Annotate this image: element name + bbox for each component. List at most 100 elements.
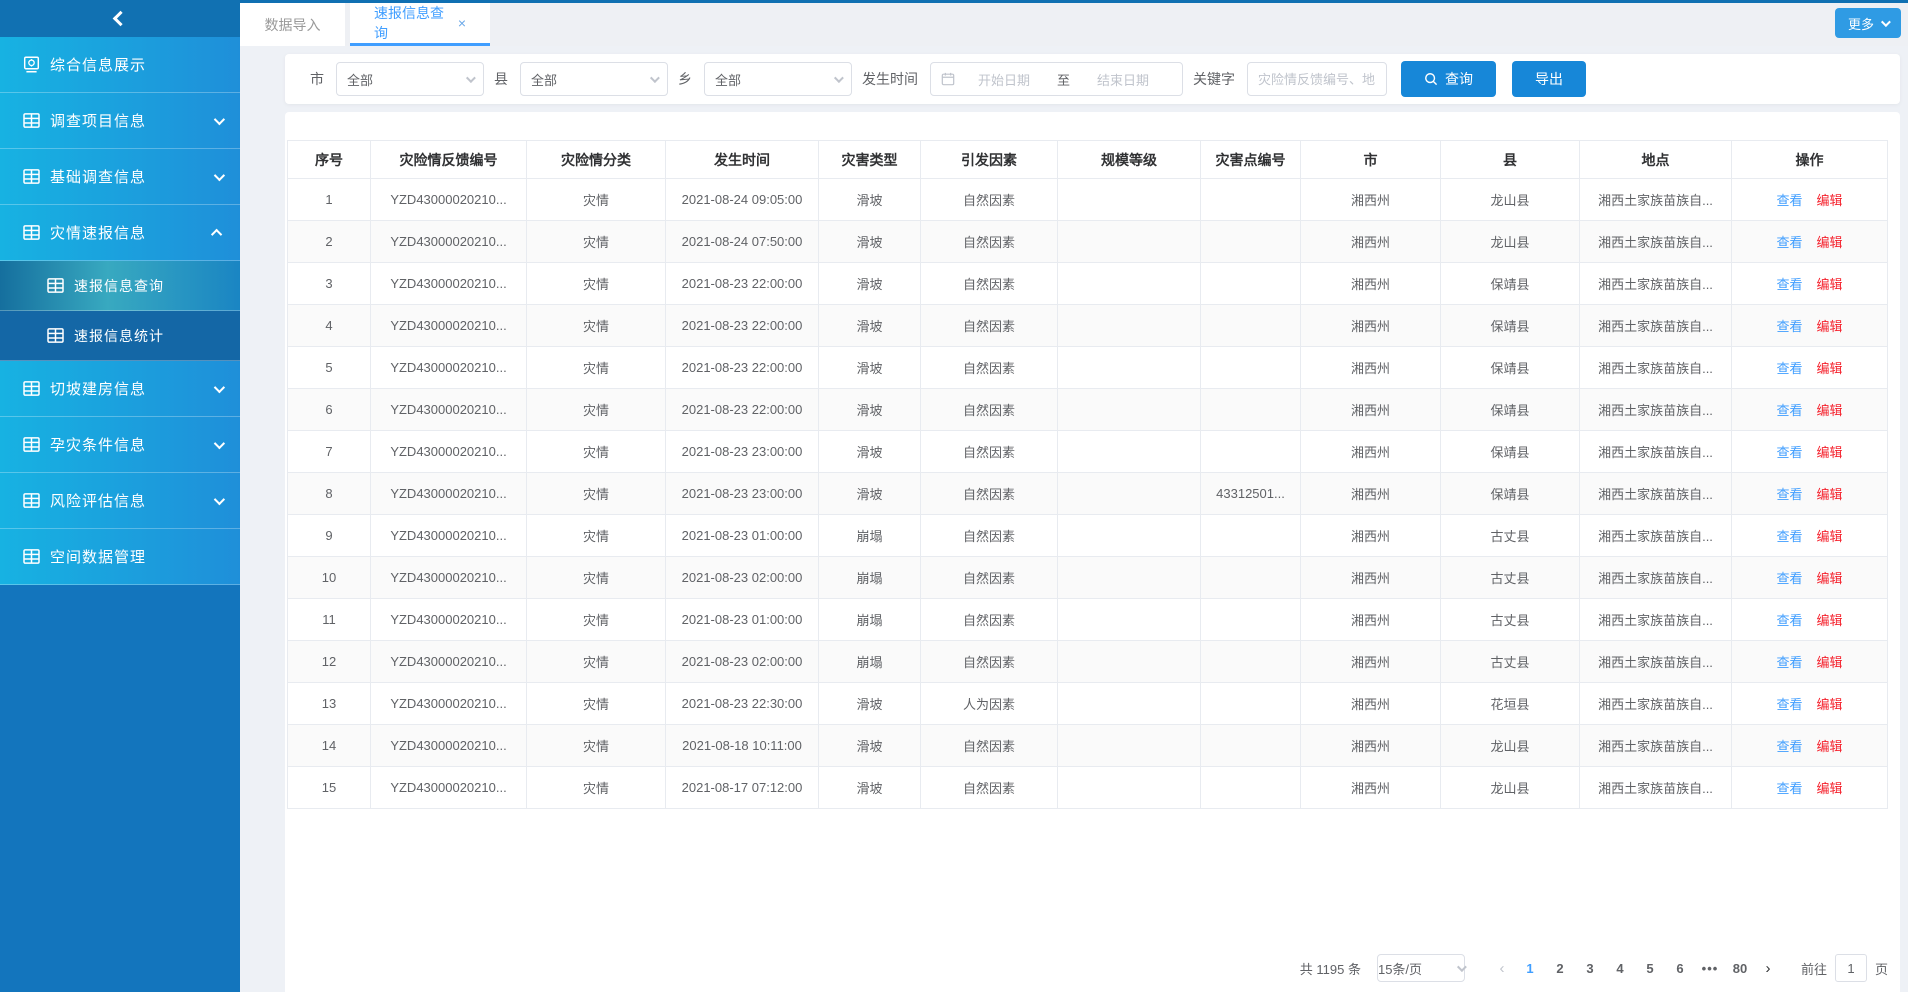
- table-cell: 灾情: [527, 641, 666, 683]
- town-select[interactable]: 全部: [704, 62, 852, 96]
- edit-link[interactable]: 编辑: [1817, 361, 1843, 376]
- export-button[interactable]: 导出: [1512, 61, 1586, 97]
- view-link[interactable]: 查看: [1776, 781, 1802, 796]
- table-cell: 滑坡: [819, 767, 921, 809]
- edit-link[interactable]: 编辑: [1817, 445, 1843, 460]
- edit-link[interactable]: 编辑: [1817, 655, 1843, 670]
- page-number[interactable]: 6: [1665, 961, 1695, 976]
- view-link[interactable]: 查看: [1776, 235, 1802, 250]
- prev-page-button[interactable]: ‹: [1489, 960, 1515, 977]
- table-cell: 崩塌: [819, 641, 921, 683]
- view-link[interactable]: 查看: [1776, 277, 1802, 292]
- table-cell: [1058, 473, 1201, 515]
- pagination: 共 1195 条 15条/页 ‹ 123456•••80 › 前往 页: [287, 952, 1888, 986]
- county-select[interactable]: 全部: [520, 62, 668, 96]
- table-cell: 湘西州: [1301, 725, 1441, 767]
- page-number[interactable]: 4: [1605, 961, 1635, 976]
- search-icon: [1424, 72, 1438, 86]
- view-link[interactable]: 查看: [1776, 361, 1802, 376]
- table-cell: 保靖县: [1441, 305, 1580, 347]
- view-link[interactable]: 查看: [1776, 697, 1802, 712]
- edit-link[interactable]: 编辑: [1817, 529, 1843, 544]
- view-link[interactable]: 查看: [1776, 445, 1802, 460]
- edit-link[interactable]: 编辑: [1817, 739, 1843, 754]
- table-cell: 保靖县: [1441, 473, 1580, 515]
- sidebar-item-basic-survey[interactable]: 基础调查信息: [0, 149, 240, 205]
- pager-ellipsis[interactable]: •••: [1695, 961, 1725, 976]
- table-cell: 43312501...: [1201, 473, 1301, 515]
- goto-page-input[interactable]: [1835, 954, 1867, 982]
- table-cell: [1201, 599, 1301, 641]
- date-range-picker[interactable]: 开始日期 至 结束日期: [930, 62, 1183, 96]
- chevron-down-icon: [214, 113, 225, 124]
- city-select[interactable]: 全部: [336, 62, 484, 96]
- sidebar-item-disaster-report[interactable]: 灾情速报信息: [0, 205, 240, 261]
- tab-report-query[interactable]: 速报信息查询 ×: [350, 3, 490, 46]
- view-link[interactable]: 查看: [1776, 571, 1802, 586]
- end-date-placeholder[interactable]: 结束日期: [1074, 70, 1172, 89]
- view-link[interactable]: 查看: [1776, 613, 1802, 628]
- sidebar-collapse-button[interactable]: [0, 0, 240, 37]
- view-link[interactable]: 查看: [1776, 529, 1802, 544]
- page-number[interactable]: 2: [1545, 961, 1575, 976]
- table-cell: 6: [288, 389, 371, 431]
- chevron-down-icon: [834, 73, 844, 83]
- edit-link[interactable]: 编辑: [1817, 235, 1843, 250]
- sidebar-item-survey-project[interactable]: 调查项目信息: [0, 93, 240, 149]
- view-link[interactable]: 查看: [1776, 403, 1802, 418]
- sidebar-item-hazard-condition[interactable]: 孕灾条件信息: [0, 417, 240, 473]
- page-number[interactable]: 1: [1515, 961, 1545, 976]
- search-button[interactable]: 查询: [1401, 61, 1496, 97]
- table-cell: 自然因素: [921, 473, 1058, 515]
- sidebar-item-report-stats[interactable]: 速报信息统计: [0, 311, 240, 361]
- table-cell-actions: 查看编辑: [1732, 263, 1888, 305]
- sidebar-item-risk-assessment[interactable]: 风险评估信息: [0, 473, 240, 529]
- next-page-button[interactable]: ›: [1755, 960, 1781, 977]
- page-size-select[interactable]: 15条/页: [1377, 954, 1465, 982]
- page-number[interactable]: 80: [1725, 961, 1755, 976]
- close-icon[interactable]: ×: [458, 15, 466, 31]
- edit-link[interactable]: 编辑: [1817, 613, 1843, 628]
- table-cell: 湘西土家族苗族自...: [1580, 683, 1732, 725]
- view-link[interactable]: 查看: [1776, 487, 1802, 502]
- table-cell: 自然因素: [921, 179, 1058, 221]
- view-link[interactable]: 查看: [1776, 739, 1802, 754]
- edit-link[interactable]: 编辑: [1817, 571, 1843, 586]
- start-date-placeholder[interactable]: 开始日期: [955, 70, 1053, 89]
- sidebar-item-report-query[interactable]: 速报信息查询: [0, 261, 240, 311]
- page-number[interactable]: 5: [1635, 961, 1665, 976]
- more-button[interactable]: 更多: [1835, 8, 1901, 38]
- table-cell: 湘西土家族苗族自...: [1580, 389, 1732, 431]
- table-cell: [1058, 389, 1201, 431]
- chevron-down-icon: [650, 73, 660, 83]
- calendar-icon: [941, 72, 955, 86]
- view-link[interactable]: 查看: [1776, 193, 1802, 208]
- table-cell: YZD43000020210...: [371, 557, 527, 599]
- edit-link[interactable]: 编辑: [1817, 403, 1843, 418]
- view-link[interactable]: 查看: [1776, 319, 1802, 334]
- table-cell: [1201, 725, 1301, 767]
- table-cell: 2021-08-23 23:00:00: [666, 431, 819, 473]
- page-unit-label: 页: [1875, 959, 1888, 978]
- table-cell: 湘西州: [1301, 389, 1441, 431]
- table-cell: 湘西土家族苗族自...: [1580, 725, 1732, 767]
- city-label: 市: [310, 69, 324, 89]
- table-cell: [1058, 263, 1201, 305]
- sidebar-item-slope-housing[interactable]: 切坡建房信息: [0, 361, 240, 417]
- tab-data-import[interactable]: 数据导入: [240, 3, 345, 46]
- page-number[interactable]: 3: [1575, 961, 1605, 976]
- edit-link[interactable]: 编辑: [1817, 697, 1843, 712]
- edit-link[interactable]: 编辑: [1817, 319, 1843, 334]
- view-link[interactable]: 查看: [1776, 655, 1802, 670]
- sidebar-item-overview[interactable]: 综合信息展示: [0, 37, 240, 93]
- keyword-input[interactable]: [1247, 62, 1387, 96]
- edit-link[interactable]: 编辑: [1817, 193, 1843, 208]
- sidebar-item-spatial-data[interactable]: 空间数据管理: [0, 529, 240, 585]
- table-cell: 滑坡: [819, 473, 921, 515]
- edit-link[interactable]: 编辑: [1817, 277, 1843, 292]
- edit-link[interactable]: 编辑: [1817, 781, 1843, 796]
- table-cell: 湘西州: [1301, 221, 1441, 263]
- goto-page: 前往 页: [1801, 954, 1888, 982]
- edit-link[interactable]: 编辑: [1817, 487, 1843, 502]
- table-cell: 湘西州: [1301, 431, 1441, 473]
